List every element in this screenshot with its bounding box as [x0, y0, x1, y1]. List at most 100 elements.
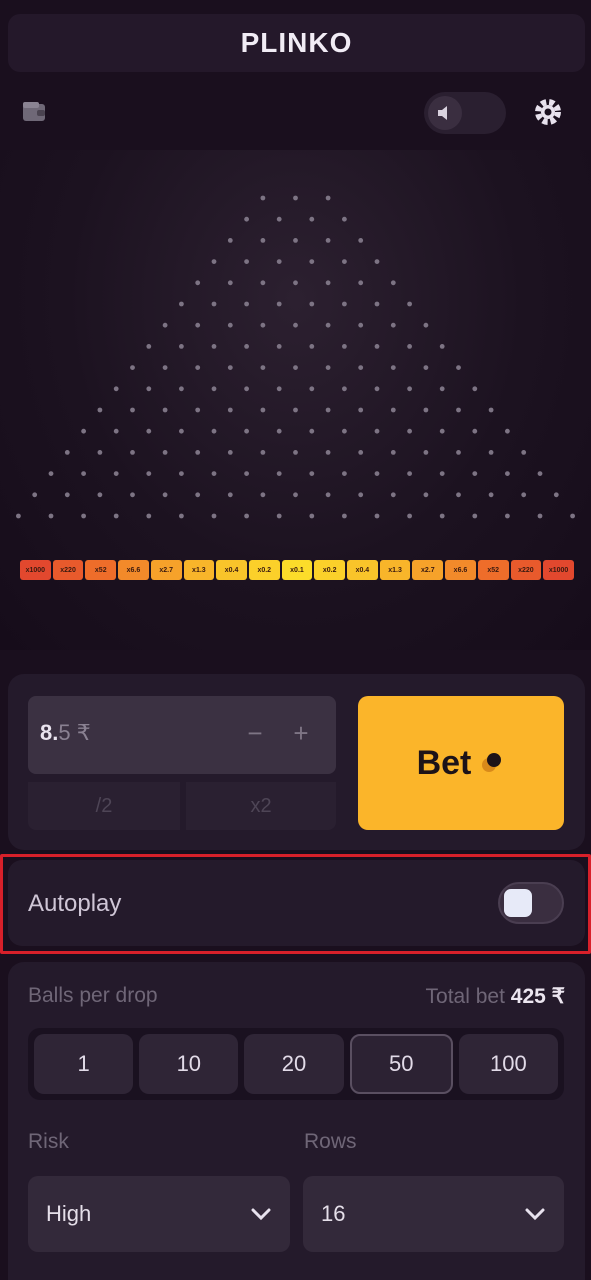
peg [472, 428, 478, 434]
peg [521, 450, 527, 455]
peg [276, 259, 282, 264]
peg [293, 322, 298, 328]
peg [439, 344, 445, 349]
peg [342, 344, 347, 349]
bet-button[interactable]: Bet [358, 696, 564, 830]
peg [113, 471, 119, 476]
risk-select[interactable]: High [28, 1176, 290, 1252]
peg [64, 492, 70, 498]
decrease-button[interactable]: − [240, 718, 270, 748]
peg [48, 471, 54, 476]
double-bet-button[interactable]: x2 [186, 782, 336, 830]
bet-label: Bet [416, 743, 472, 782]
rows-select[interactable]: 16 [303, 1176, 564, 1252]
bet-amount-value: 8.5 ₹ [40, 720, 91, 746]
peg [309, 428, 315, 434]
peg [16, 513, 21, 519]
balls-per-drop-selector: 1 10 20 50 100 [28, 1028, 564, 1100]
peg [260, 450, 266, 455]
multiplier-slot: x1000 [20, 560, 51, 580]
chevron-down-icon [525, 1208, 545, 1221]
peg [423, 322, 429, 328]
peg [130, 407, 135, 413]
peg [342, 513, 347, 519]
balls-option[interactable]: 10 [139, 1034, 239, 1094]
peg [146, 386, 152, 392]
peg [342, 259, 347, 264]
peg [162, 450, 168, 455]
peg [146, 428, 152, 434]
peg [162, 322, 168, 328]
peg [260, 322, 266, 328]
peg [130, 365, 135, 370]
balls-option[interactable]: 20 [244, 1034, 344, 1094]
peg [179, 386, 184, 392]
peg [325, 322, 331, 328]
peg [195, 492, 201, 498]
peg [293, 238, 298, 243]
peg [358, 365, 364, 370]
bet-amount-main: 8. [40, 720, 59, 745]
peg [211, 386, 217, 392]
multiplier-slot: x52 [477, 560, 509, 580]
ball-icon [482, 753, 502, 772]
peg [81, 428, 86, 434]
peg [293, 407, 298, 413]
multiplier-slot: x0.2 [314, 560, 346, 580]
peg [260, 238, 266, 243]
bet-amount-input[interactable]: 8.5 ₹ − + [28, 696, 336, 774]
peg [162, 492, 168, 498]
multiplier-slot: x2.7 [412, 560, 444, 580]
peg [374, 259, 380, 264]
peg [309, 513, 315, 519]
peg [81, 471, 86, 476]
wallet-icon[interactable] [20, 98, 48, 126]
peg [195, 280, 201, 286]
peg [276, 471, 282, 476]
multiplier-slot: x1.3 [183, 560, 215, 580]
peg [505, 513, 510, 519]
peg [342, 386, 347, 392]
peg [276, 513, 282, 519]
peg [342, 428, 347, 434]
balls-option[interactable]: 50 [349, 1034, 453, 1094]
peg [488, 450, 494, 455]
peg [423, 492, 429, 498]
half-bet-button[interactable]: /2 [28, 782, 180, 830]
gear-icon[interactable] [532, 96, 564, 128]
peg [325, 280, 331, 286]
peg [227, 238, 233, 243]
peg [97, 492, 103, 498]
peg [325, 238, 331, 243]
peg [244, 259, 250, 264]
multiplier-slot: x0.4 [347, 560, 378, 580]
peg [97, 407, 103, 413]
peg [505, 471, 510, 476]
peg [113, 386, 119, 392]
multiplier-slot: x220 [52, 560, 84, 580]
peg [358, 450, 364, 455]
peg [456, 450, 461, 455]
risk-value: High [46, 1201, 92, 1226]
balls-option[interactable]: 100 [458, 1034, 559, 1094]
peg [211, 428, 217, 434]
peg [227, 407, 233, 413]
multiplier-slot: x1.3 [379, 560, 411, 580]
peg [358, 407, 364, 413]
peg [309, 386, 315, 392]
peg [211, 471, 217, 476]
increase-button[interactable]: + [286, 718, 316, 748]
multiplier-slot: x1000 [543, 560, 574, 580]
peg [390, 322, 396, 328]
peg [505, 428, 510, 434]
total-bet: Total bet 425 ₹ [426, 984, 565, 1009]
multiplier-slot: x0.4 [216, 560, 247, 580]
multiplier-slot: x6.6 [118, 560, 149, 580]
peg [342, 301, 347, 307]
sound-toggle[interactable] [424, 92, 506, 134]
peg [227, 492, 233, 498]
peg [488, 407, 494, 413]
peg [325, 492, 331, 498]
peg [195, 322, 201, 328]
balls-option[interactable]: 1 [34, 1034, 134, 1094]
